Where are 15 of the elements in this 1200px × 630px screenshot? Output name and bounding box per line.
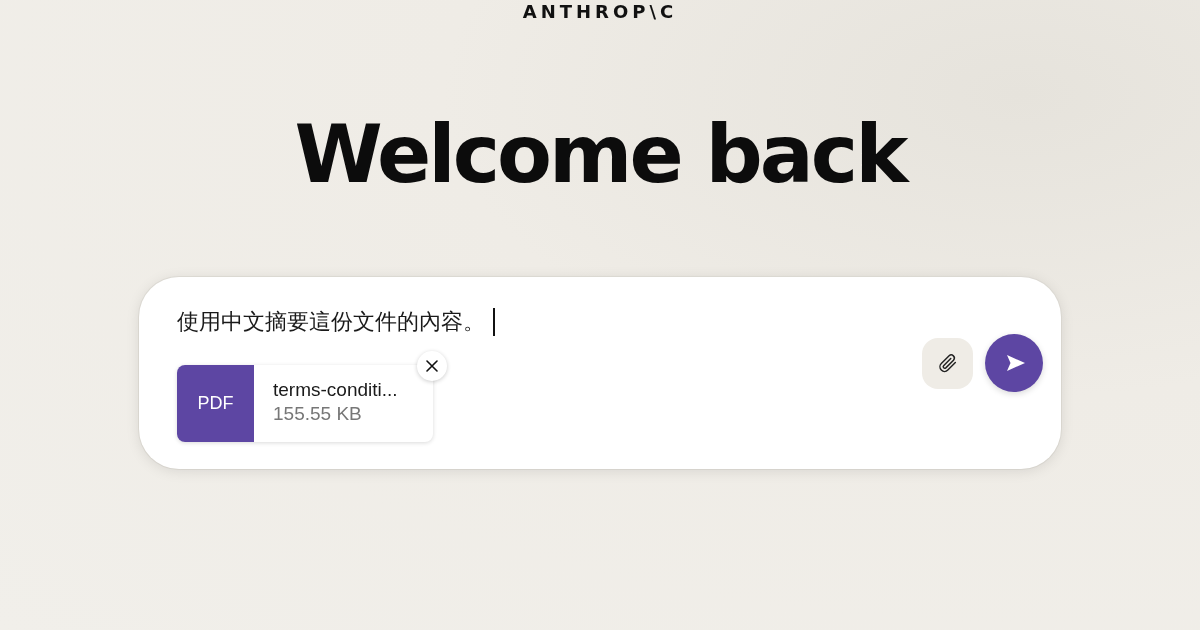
attachment-card[interactable]: PDF terms-conditi... 155.55 KB <box>177 365 433 442</box>
heading: Welcome back <box>294 107 906 203</box>
file-name: terms-conditi... <box>273 379 398 401</box>
message-field[interactable]: 使用中文摘要這份文件的內容。 PDF terms-conditi... 155.55 KB <box>139 277 1061 469</box>
text-caret <box>493 308 495 336</box>
attach-button[interactable] <box>922 337 973 389</box>
file-size: 155.55 KB <box>273 403 363 425</box>
message-text: 使用中文摘要這份文件的內容。 <box>177 308 485 336</box>
send-icon <box>1005 354 1026 372</box>
close-icon <box>426 360 438 372</box>
paperclip-icon <box>936 352 959 374</box>
file-type-label: PDF <box>177 365 254 442</box>
send-button[interactable] <box>985 334 1043 392</box>
remove-button[interactable] <box>417 351 447 381</box>
logo: ANTHROP\C <box>522 2 678 22</box>
